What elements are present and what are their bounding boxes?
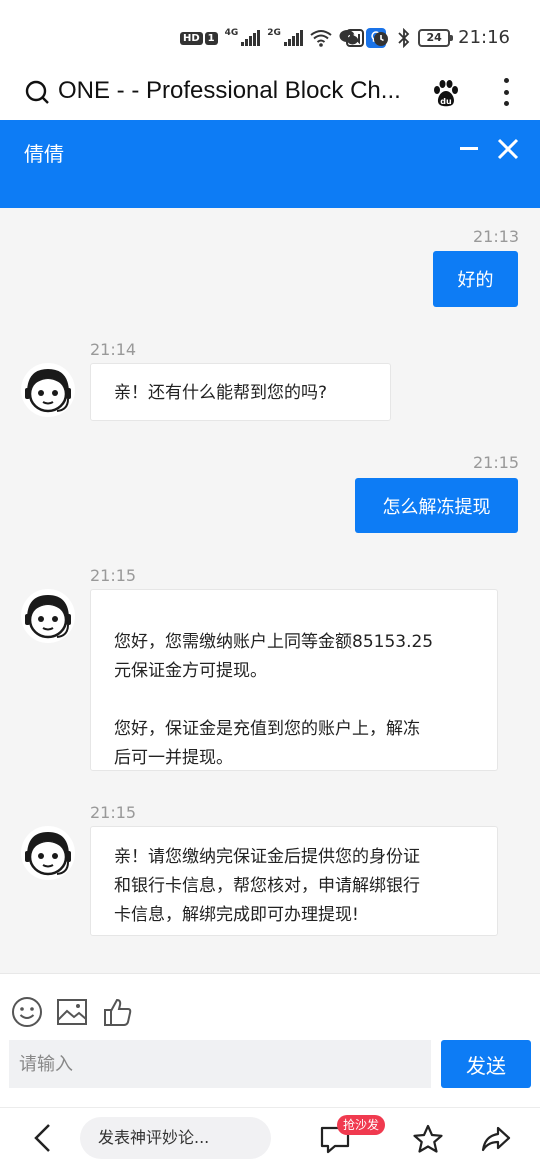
minimize-button[interactable]	[458, 137, 480, 157]
alarm-icon	[374, 31, 389, 46]
share-icon[interactable]	[480, 1123, 512, 1155]
network-type-1: 4G	[224, 28, 239, 38]
message-text: 亲！还有什么能帮到您的吗?	[114, 383, 328, 403]
agent-avatar	[21, 826, 75, 880]
message-line: 卡信息，解绑完成即可办理提现!	[114, 905, 359, 925]
chat-title: 倩倩	[24, 142, 64, 166]
message-time: 21:15	[90, 566, 137, 585]
bluetooth-icon	[398, 27, 410, 48]
more-icon[interactable]	[496, 76, 516, 108]
back-icon[interactable]	[30, 1122, 56, 1154]
baidu-icon[interactable]: du	[431, 78, 461, 108]
svg-text:du: du	[440, 97, 452, 106]
message-line: 和银行卡信息，帮您核对，申请解绑银行	[114, 876, 420, 896]
image-icon[interactable]	[56, 996, 88, 1028]
message-time: 21:15	[90, 803, 137, 822]
sim-badge: 1	[204, 31, 218, 45]
message-line: 您好，保证金是充值到您的账户上，解冻	[114, 719, 420, 739]
message-line: 您好，您需缴纳账户上同等金额85153.25	[114, 632, 434, 652]
signal-icon	[241, 30, 261, 46]
status-time: 21:16	[458, 27, 510, 48]
send-button[interactable]: 发送	[441, 1040, 531, 1088]
message-text: 怎么解冻提现	[382, 496, 491, 518]
network-type-2: 2G	[267, 28, 281, 38]
status-icons-right: 24 21:16	[346, 27, 510, 48]
message-bubble-incoming: 亲！还有什么能帮到您的吗?	[90, 363, 391, 421]
wifi-icon	[310, 30, 332, 47]
search-icon[interactable]	[25, 80, 49, 104]
message-time: 21:15	[473, 453, 520, 472]
close-icon[interactable]	[497, 138, 519, 160]
hot-badge: 抢沙发	[337, 1115, 386, 1135]
message-bubble-incoming: 亲！请您缴纳完保证金后提供您的身份证 和银行卡信息，帮您核对，申请解绑银行 卡信…	[90, 826, 498, 936]
message-text: 好的	[457, 270, 494, 291]
comment-placeholder: 发表神评妙论...	[98, 1128, 210, 1147]
hd-badge: HD	[180, 31, 203, 45]
thumbs-up-icon[interactable]	[102, 996, 134, 1028]
message-line: 元保证金方可提现。	[114, 661, 267, 681]
page-title[interactable]: ONE - - Professional Block Ch...	[58, 77, 418, 105]
message-line: 亲！请您缴纳完保证金后提供您的身份证	[114, 847, 420, 867]
message-bubble-outgoing: 好的	[433, 251, 518, 307]
star-icon[interactable]	[412, 1123, 444, 1155]
message-time: 21:13	[473, 227, 520, 246]
agent-avatar	[21, 363, 75, 417]
battery-icon: 24	[418, 28, 454, 47]
message-bubble-incoming: 您好，您需缴纳账户上同等金额85153.25 元保证金方可提现。 您好，保证金是…	[90, 589, 498, 771]
nfc-icon	[346, 28, 365, 47]
message-time: 21:14	[90, 340, 137, 359]
comment-input[interactable]: 发表神评妙论...	[80, 1117, 271, 1159]
emoji-icon[interactable]	[11, 996, 43, 1028]
battery-level: 24	[426, 31, 442, 44]
message-line: 后可一并提现。	[114, 748, 233, 768]
message-input[interactable]	[9, 1040, 431, 1088]
chat-header: 倩倩	[0, 120, 540, 208]
agent-avatar	[21, 589, 75, 643]
signal-icon	[283, 30, 303, 46]
message-bubble-outgoing: 怎么解冻提现	[355, 478, 518, 533]
